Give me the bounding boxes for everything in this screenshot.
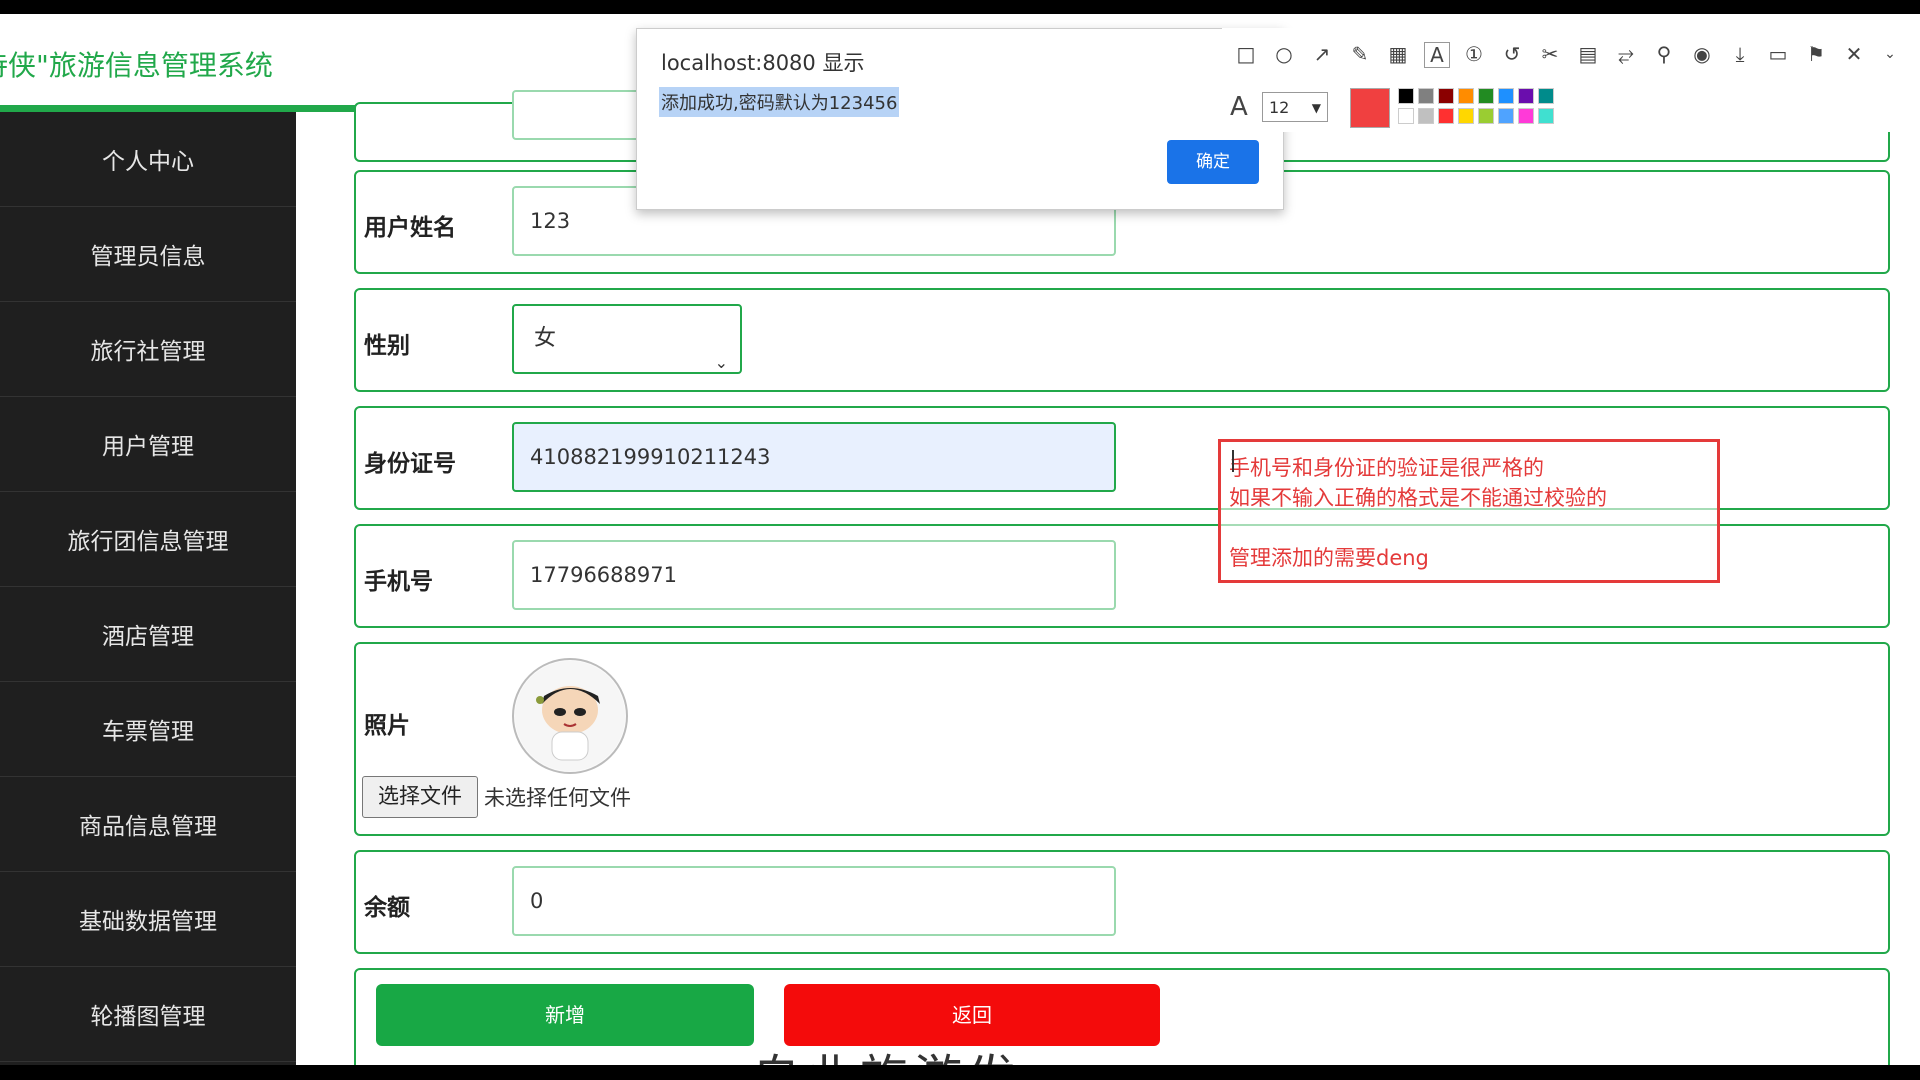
background-watermark-text: 自业旅游发 <box>752 1038 1022 1065</box>
sidebar-item-tour-groups[interactable]: 旅行团信息管理 <box>0 492 296 587</box>
photo-preview-image <box>512 658 628 774</box>
color-swatch-white[interactable] <box>1398 108 1414 124</box>
save-icon[interactable]: ▭ <box>1766 42 1790 66</box>
choose-file-button[interactable]: 选择文件 <box>362 776 478 818</box>
color-swatch-teal[interactable] <box>1538 88 1554 104</box>
gender-select-value: 女 <box>534 326 557 351</box>
sidebar-item-carousel[interactable]: 轮播图管理 <box>0 967 296 1062</box>
phone-label: 手机号 <box>364 569 433 595</box>
form-row-balance: 余额 0 <box>354 850 1890 954</box>
sidebar-item-label: 管理员信息 <box>90 244 206 270</box>
alert-dialog: localhost:8080 显示 添加成功,密码默认为123456 确定 <box>636 28 1284 210</box>
annotation-line-3: 管理添加的需要deng <box>1229 546 1429 570</box>
back-button[interactable]: 返回 <box>784 984 1160 1046</box>
color-swatch-orange[interactable] <box>1458 88 1474 104</box>
chevron-down-icon[interactable]: ⌄ <box>1878 42 1902 66</box>
color-swatch-green[interactable] <box>1478 88 1494 104</box>
sidebar-item-label: 轮播图管理 <box>90 1004 206 1030</box>
annotation-line-1: 手机号和身份证的验证是很严格的 <box>1229 456 1544 480</box>
top-black-bar <box>0 0 1920 14</box>
name-label: 用户姓名 <box>364 215 456 241</box>
sidebar-item-admin-info[interactable]: 管理员信息 <box>0 207 296 302</box>
id-number-input[interactable]: 410882199910211243 <box>512 422 1116 492</box>
undo-icon[interactable]: ↺ <box>1500 42 1524 66</box>
gender-select[interactable]: 女 ⌄ <box>512 304 742 374</box>
circle-icon[interactable]: ○ <box>1272 42 1296 66</box>
sidebar-item-hotels[interactable]: 酒店管理 <box>0 587 296 682</box>
sidebar-item-label: 车票管理 <box>102 719 194 745</box>
sidebar-item-goods[interactable]: 商品信息管理 <box>0 777 296 872</box>
color-swatch-lime[interactable] <box>1478 108 1494 124</box>
color-swatch-magenta[interactable] <box>1518 108 1534 124</box>
sidebar-item-label: 商品信息管理 <box>79 814 217 840</box>
color-swatch-yellow[interactable] <box>1458 108 1474 124</box>
sidebar: 个人中心 管理员信息 旅行社管理 用户管理 旅行团信息管理 酒店管理 车票管理 … <box>0 112 296 1065</box>
sidebar-item-label: 用户管理 <box>102 434 194 460</box>
cartoon-avatar-icon <box>515 661 625 771</box>
font-size-select[interactable]: 12 ▼ <box>1262 92 1328 122</box>
sidebar-item-agency[interactable]: 旅行社管理 <box>0 302 296 397</box>
gender-label: 性别 <box>364 333 410 359</box>
download-icon[interactable]: ⤓ <box>1728 42 1752 66</box>
screenshot-annotation-toolbar: □ ○ ↗ ✎ ▦ A ① ↺ ✂ ▤ ⥂ ⚲ ◉ ⤓ ▭ ⚑ ✕ ⌄ A 12… <box>1222 28 1920 132</box>
dialog-ok-button[interactable]: 确定 <box>1167 140 1259 184</box>
color-swatch-black[interactable] <box>1398 88 1414 104</box>
form-row-photo: 照片 选择文件 未选择任何文件 <box>354 642 1890 836</box>
form-row-actions: 新增 返回 <box>354 968 1890 1065</box>
app-title: 侍侠"旅游信息管理系统 <box>0 49 273 82</box>
sidebar-item-label: 基础数据管理 <box>79 909 217 935</box>
text-cursor-icon <box>1232 450 1237 472</box>
main-form-area: 用户姓名 123 性别 女 ⌄ 身份证号 410882199910211243 手… <box>296 90 1920 1065</box>
sidebar-item-label: 旅行团信息管理 <box>67 529 229 555</box>
translate-icon[interactable]: ▤ <box>1576 42 1600 66</box>
balance-input[interactable]: 0 <box>512 866 1116 936</box>
text-icon[interactable]: A <box>1424 42 1450 68</box>
color-swatch-silver[interactable] <box>1418 108 1434 124</box>
dialog-title: localhost:8080 显示 <box>661 51 865 75</box>
number-icon[interactable]: ① <box>1462 42 1486 66</box>
sidebar-item-label: 酒店管理 <box>102 624 194 650</box>
color-swatch-red[interactable] <box>1438 108 1454 124</box>
color-swatch-lightblue[interactable] <box>1498 108 1514 124</box>
color-swatch-darkred[interactable] <box>1438 88 1454 104</box>
form-row-gender: 性别 女 ⌄ <box>354 288 1890 392</box>
color-swatch-turquoise[interactable] <box>1538 108 1554 124</box>
current-color-swatch[interactable] <box>1350 88 1390 128</box>
pin-icon[interactable]: ⚲ <box>1652 42 1676 66</box>
close-icon[interactable]: ✕ <box>1842 42 1866 66</box>
pencil-icon[interactable]: ✎ <box>1348 42 1372 66</box>
phone-input[interactable]: 17796688971 <box>512 540 1116 610</box>
color-swatch-gray[interactable] <box>1418 88 1434 104</box>
color-swatch-blue[interactable] <box>1498 88 1514 104</box>
sidebar-item-personal-center[interactable]: 个人中心 <box>0 112 296 207</box>
font-size-icon: A <box>1230 92 1248 122</box>
photo-label: 照片 <box>364 713 410 739</box>
font-size-value: 12 <box>1269 98 1290 117</box>
bottom-black-bar <box>0 1065 1920 1080</box>
chevron-down-icon: ▼ <box>1311 101 1321 115</box>
sidebar-item-base-data[interactable]: 基础数据管理 <box>0 872 296 967</box>
cut-icon[interactable]: ✂ <box>1538 42 1562 66</box>
record-icon[interactable]: ◉ <box>1690 42 1714 66</box>
annotation-box[interactable]: 手机号和身份证的验证是很严格的 如果不输入正确的格式是不能通过校验的 管理添加的… <box>1218 439 1720 583</box>
annotation-line-2: 如果不输入正确的格式是不能通过校验的 <box>1229 486 1607 510</box>
bookmark-icon[interactable]: ⚑ <box>1804 42 1828 66</box>
add-button[interactable]: 新增 <box>376 984 754 1046</box>
expand-icon[interactable]: ⥂ <box>1614 42 1638 66</box>
app-window: 侍侠"旅游信息管理系统 个人中心 管理员信息 旅行社管理 用户管理 旅行团信息管… <box>0 14 1920 1065</box>
chevron-down-icon: ⌄ <box>714 353 728 372</box>
arrow-icon[interactable]: ↗ <box>1310 42 1334 66</box>
sidebar-item-label: 旅行社管理 <box>90 339 206 365</box>
sidebar-item-label: 个人中心 <box>102 149 194 175</box>
sidebar-item-tickets[interactable]: 车票管理 <box>0 682 296 777</box>
balance-label: 余额 <box>364 895 410 921</box>
id-number-label: 身份证号 <box>364 451 456 477</box>
color-swatch-purple[interactable] <box>1518 88 1534 104</box>
rectangle-icon[interactable]: □ <box>1234 42 1258 66</box>
file-status-text: 未选择任何文件 <box>484 786 631 810</box>
dialog-message: 添加成功,密码默认为123456 <box>659 87 900 117</box>
mosaic-icon[interactable]: ▦ <box>1386 42 1410 66</box>
sidebar-item-users[interactable]: 用户管理 <box>0 397 296 492</box>
